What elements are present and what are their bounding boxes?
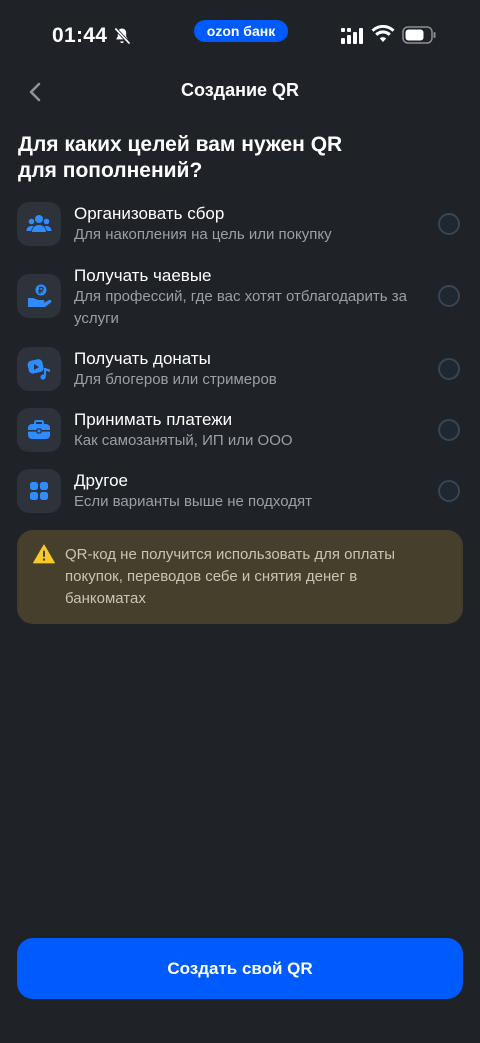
status-time: 01:44 [52, 24, 108, 47]
option-tips[interactable]: ₽ Получать чаевые Для профессий, где вас… [0, 260, 480, 332]
question-heading-line-2: для пополнений? [18, 159, 203, 182]
radio-button[interactable] [438, 358, 460, 380]
option-title: Получать чаевые [74, 266, 212, 285]
radio-button[interactable] [438, 213, 460, 235]
svg-text:₽: ₽ [38, 285, 44, 295]
option-payments[interactable]: Принимать платежи Как самозанятый, ИП ил… [0, 404, 480, 460]
create-qr-button[interactable]: Создать свой QR [17, 938, 463, 999]
briefcase-icon [17, 408, 61, 452]
nav-bar: Создание QR [0, 70, 480, 114]
people-icon [17, 202, 61, 246]
option-title: Организовать сбор [74, 204, 225, 223]
warning-text: QR-код не получится использовать для опл… [65, 546, 395, 607]
page-title: Создание QR [180, 80, 300, 100]
radio-button[interactable] [438, 480, 460, 502]
option-description: Если варианты выше не подходят [74, 493, 313, 510]
bell-off-icon [114, 27, 131, 45]
radio-button[interactable] [438, 285, 460, 307]
grid-icon [17, 469, 61, 513]
option-description: Для блогеров или стримеров [74, 371, 277, 388]
screen: 01:44 ozon банк Создание QR Для каких це… [0, 0, 480, 1043]
brand-badge: ozon банк [194, 20, 288, 42]
hand-coin-icon: ₽ [17, 274, 61, 318]
option-title: Другое [74, 471, 129, 490]
option-description: Для накопления на цель или покупку [74, 226, 332, 243]
video-music-icon [17, 347, 61, 391]
wifi-icon [371, 25, 395, 42]
option-title: Принимать платежи [74, 410, 233, 429]
question-heading-line-1: Для каких целей вам нужен QR [18, 133, 343, 156]
option-other[interactable]: Другое Если варианты выше не подходят [0, 465, 480, 521]
option-description: Для профессий, где вас хотят отблагодари… [74, 288, 407, 327]
warning-banner: QR-код не получится использовать для опл… [17, 530, 463, 624]
question-heading: Для каких целей вам нужен QR для пополне… [18, 132, 458, 184]
option-fundraising[interactable]: Организовать сбор Для накопления на цель… [0, 198, 480, 254]
signal-icon [341, 28, 363, 44]
warning-icon [33, 544, 55, 564]
battery-icon [402, 26, 436, 44]
radio-button[interactable] [438, 419, 460, 441]
status-bar: 01:44 ozon банк [0, 0, 480, 70]
option-title: Получать донаты [74, 349, 211, 368]
option-description: Как самозанятый, ИП или ООО [74, 432, 293, 449]
option-donations[interactable]: Получать донаты Для блогеров или стример… [0, 343, 480, 399]
